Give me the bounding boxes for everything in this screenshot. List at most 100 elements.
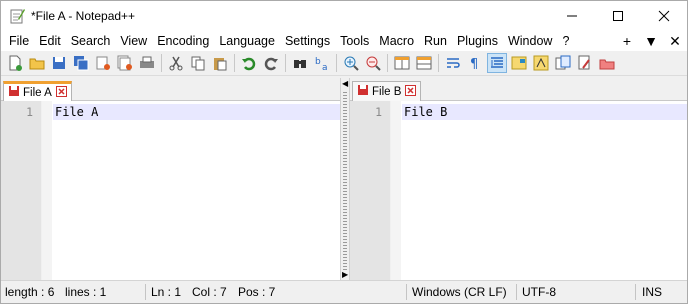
line-number-gutter: 1 (350, 101, 391, 281)
window-title: *File A - Notepad++ (31, 9, 136, 23)
toolbar-separator (438, 54, 439, 72)
menu-window[interactable]: Window (503, 31, 557, 51)
close-button[interactable] (641, 1, 687, 31)
notepadpp-app-icon (9, 8, 25, 24)
right-pane: File B 1 File B (350, 78, 687, 281)
svg-text:a: a (322, 63, 328, 71)
tab-label: File B (372, 85, 402, 98)
tab-close-icon[interactable] (55, 85, 67, 100)
tab-file-a[interactable]: File A (3, 81, 72, 101)
zoom-out-icon[interactable] (364, 54, 382, 72)
status-insert-mode[interactable]: INS (642, 281, 662, 303)
menu-help[interactable]: ? (557, 31, 574, 51)
close-document-button[interactable]: ✕ (663, 31, 687, 51)
code-line[interactable]: File B (402, 104, 687, 120)
undo-icon[interactable] (240, 54, 258, 72)
menu-edit[interactable]: Edit (34, 31, 66, 51)
status-length: length : 6 (5, 285, 55, 299)
menu-right-controls: + ▼ ✕ (615, 31, 687, 51)
right-editor[interactable]: 1 File B (350, 101, 687, 281)
menu-settings[interactable]: Settings (280, 31, 335, 51)
fold-margin[interactable] (42, 101, 52, 281)
menu-search[interactable]: Search (66, 31, 116, 51)
toolbar-separator (285, 54, 286, 72)
function-list-icon[interactable] (532, 54, 550, 72)
line-number: 1 (26, 105, 33, 119)
tab-list-button[interactable]: ▼ (639, 31, 663, 51)
menu-plugins[interactable]: Plugins (452, 31, 503, 51)
menu-run[interactable]: Run (419, 31, 452, 51)
status-divider (145, 284, 146, 300)
status-line-number: Ln : 1 (151, 285, 182, 299)
macro-record-icon[interactable] (598, 54, 616, 72)
right-tab-bar: File B (350, 78, 687, 101)
editor-area: File A 1 File A ◀ ▶ File B 1 File B (1, 78, 687, 281)
status-divider (516, 284, 517, 300)
unsaved-file-icon (8, 85, 20, 100)
word-wrap-icon[interactable] (444, 54, 462, 72)
toolbar-separator (336, 54, 337, 72)
status-column: Col : 7 (192, 285, 227, 299)
fold-margin[interactable] (391, 101, 401, 281)
status-divider (635, 284, 636, 300)
redo-icon[interactable] (262, 54, 280, 72)
status-eol[interactable]: Windows (CR LF) (412, 281, 507, 303)
status-encoding[interactable]: UTF-8 (522, 281, 556, 303)
new-tab-button[interactable]: + (615, 31, 639, 51)
tab-close-icon[interactable] (405, 84, 417, 99)
code-line[interactable]: File A (53, 104, 340, 120)
new-file-icon[interactable] (6, 54, 24, 72)
find-icon[interactable] (291, 54, 309, 72)
splitter-right-arrow-icon[interactable]: ▶ (342, 271, 348, 279)
replace-icon[interactable]: ba (313, 54, 331, 72)
left-pane: File A 1 File A (1, 78, 340, 281)
left-editor[interactable]: 1 File A (1, 101, 340, 281)
folder-as-workspace-icon[interactable] (554, 54, 572, 72)
notepadpp-window: *File A - Notepad++ File Edit Search Vie… (0, 0, 688, 304)
open-file-icon[interactable] (28, 54, 46, 72)
status-divider (406, 284, 407, 300)
copy-icon[interactable] (189, 54, 207, 72)
indent-guide-icon[interactable] (487, 53, 507, 73)
monitoring-icon[interactable] (576, 54, 594, 72)
saved-file-icon (357, 84, 369, 99)
close-icon[interactable] (94, 54, 112, 72)
toolbar-separator (161, 54, 162, 72)
tab-label: File A (23, 86, 52, 99)
save-icon[interactable] (50, 54, 68, 72)
sync-horizontal-icon[interactable] (415, 54, 433, 72)
splitter-grip[interactable] (343, 92, 347, 271)
sync-vertical-icon[interactable] (393, 54, 411, 72)
toolbar-separator (234, 54, 235, 72)
cut-icon[interactable] (167, 54, 185, 72)
zoom-in-icon[interactable] (342, 54, 360, 72)
svg-text:b: b (315, 57, 321, 67)
status-lines: lines : 1 (65, 285, 107, 299)
doc-map-icon[interactable] (510, 54, 528, 72)
minimize-button[interactable] (549, 1, 595, 31)
menu-macro[interactable]: Macro (374, 31, 419, 51)
status-position: Pos : 7 (238, 285, 276, 299)
show-all-chars-icon[interactable]: ¶ (466, 54, 484, 72)
splitter-left-arrow-icon[interactable]: ◀ (342, 80, 348, 88)
pane-splitter[interactable]: ◀ ▶ (340, 78, 350, 281)
tab-file-b[interactable]: File B (352, 81, 422, 101)
toolbar-separator (387, 54, 388, 72)
menu-tools[interactable]: Tools (335, 31, 374, 51)
paste-icon[interactable] (211, 54, 229, 72)
line-number: 1 (375, 105, 382, 119)
menu-file[interactable]: File (4, 31, 34, 51)
save-all-icon[interactable] (72, 54, 90, 72)
toolbar: ba ¶ (1, 51, 687, 76)
print-icon[interactable] (138, 54, 156, 72)
maximize-button[interactable] (595, 1, 641, 31)
title-bar: *File A - Notepad++ (1, 1, 687, 31)
menu-encoding[interactable]: Encoding (152, 31, 214, 51)
menu-bar: File Edit Search View Encoding Language … (1, 31, 687, 51)
close-all-icon[interactable] (116, 54, 134, 72)
line-number-gutter: 1 (1, 101, 42, 281)
svg-text:¶: ¶ (470, 57, 478, 71)
left-tab-bar: File A (1, 78, 340, 101)
menu-view[interactable]: View (115, 31, 152, 51)
menu-language[interactable]: Language (214, 31, 280, 51)
